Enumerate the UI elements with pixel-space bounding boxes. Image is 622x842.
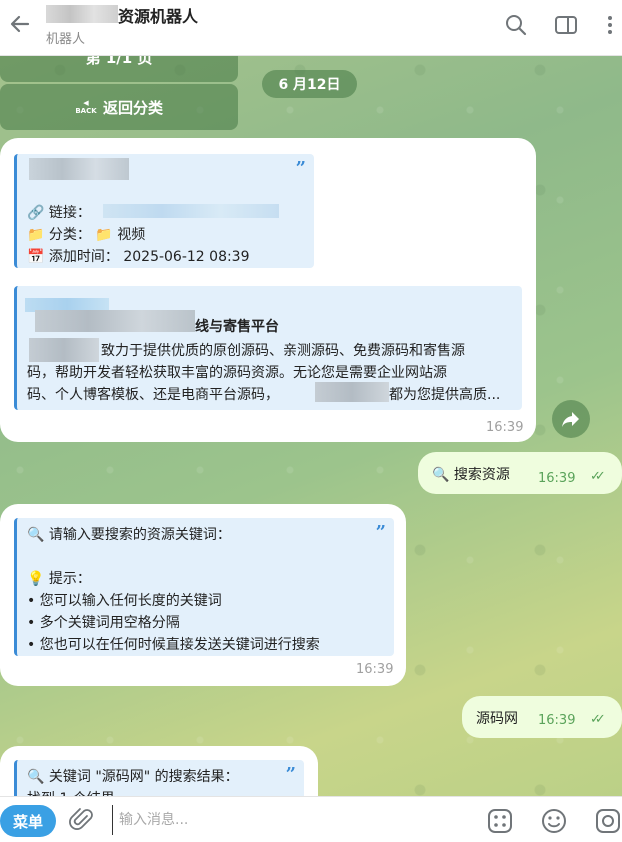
read-checkmarks-icon: ✓✓ bbox=[590, 712, 606, 727]
message-time: 16:39 bbox=[356, 662, 394, 677]
prompt-title-row: 🔍 请输入要搜索的资源关键词： bbox=[27, 524, 231, 544]
added-time-label: 添加时间： bbox=[48, 249, 119, 265]
search-icon: 🔍 bbox=[432, 467, 450, 483]
description-line-2: 码，帮助开发者轻松获取丰富的源码资源。无论您是需要企业网站源 bbox=[27, 365, 447, 381]
outgoing-message-text: 🔍 搜索资源 bbox=[432, 464, 510, 484]
redacted-resource-name bbox=[29, 158, 129, 180]
message-bubble-result: ” 🔗 链接： 📁 分类： 📁 视频 📅 添加时间： 2025-06-12 08… bbox=[0, 138, 536, 442]
bot-commands-icon[interactable] bbox=[486, 807, 514, 835]
camera-icon[interactable] bbox=[594, 807, 622, 835]
quote-icon: ” bbox=[295, 158, 306, 179]
message-time: 16:39 bbox=[486, 420, 524, 435]
quote-icon: ” bbox=[285, 764, 296, 785]
search-icon: 🔍 bbox=[27, 527, 45, 543]
share-arrow-icon bbox=[562, 412, 579, 427]
more-menu-icon[interactable] bbox=[597, 12, 622, 38]
tip-label: 提示： bbox=[48, 571, 91, 587]
results-title-row: 🔍 关键词 "源码网" 的搜索结果： bbox=[27, 766, 239, 786]
added-time-row: 📅 添加时间： 2025-06-12 08:39 bbox=[27, 246, 250, 266]
chat-subtitle: 机器人 bbox=[46, 32, 86, 47]
chat-title: 资源机器人 bbox=[118, 7, 199, 26]
sidebar-toggle-icon[interactable] bbox=[553, 12, 579, 38]
attach-paperclip-icon[interactable] bbox=[68, 807, 96, 835]
emoji-smiley-icon[interactable] bbox=[540, 807, 568, 835]
read-checkmarks-icon: ✓✓ bbox=[590, 469, 606, 484]
quote-block-prompt: ” 🔍 请输入要搜索的资源关键词： 💡 提示： • 您可以输入任何长度的关键词 … bbox=[14, 518, 394, 656]
search-icon[interactable] bbox=[503, 12, 529, 38]
redacted-site-name bbox=[315, 382, 389, 402]
description-line-3b: 都为您提供高质... bbox=[389, 387, 501, 403]
link-row: 🔗 链接： bbox=[27, 202, 91, 222]
keyboard-back-button[interactable]: ◀ BACK 返回分类 bbox=[0, 84, 238, 130]
outgoing-text: 源码网 bbox=[476, 711, 518, 727]
tip-bullet: • 多个关键词用空格分隔 bbox=[27, 615, 180, 631]
back-badge-text: BACK bbox=[75, 107, 97, 115]
description-line-3a: 码、个人博客模板、还是电商平台源码， bbox=[27, 387, 279, 403]
redacted-title-prefix bbox=[35, 310, 195, 332]
link-icon: 🔗 bbox=[27, 205, 45, 221]
quote-block-resource-info: ” 🔗 链接： 📁 分类： 📁 视频 📅 添加时间： 2025-06-12 08… bbox=[14, 154, 314, 268]
message-composer: 菜单 bbox=[0, 796, 622, 842]
chat-header: 资源机器人 机器人 bbox=[0, 0, 622, 56]
message-time: 16:39 bbox=[538, 471, 576, 486]
tip-bullet: • 您可以输入任何长度的关键词 bbox=[27, 593, 222, 609]
folder-icon: 📁 bbox=[95, 227, 113, 243]
keyboard-back-label: 返回分类 bbox=[102, 98, 163, 117]
redacted-site-name bbox=[29, 338, 99, 362]
quote-icon: ” bbox=[375, 522, 386, 543]
lightbulb-icon: 💡 bbox=[27, 571, 45, 587]
message-bubble-prompt: ” 🔍 请输入要搜索的资源关键词： 💡 提示： • 您可以输入任何长度的关键词 … bbox=[0, 504, 406, 686]
added-time-value: 2025-06-12 08:39 bbox=[123, 249, 250, 265]
description-line-1: 致力于提供优质的原创源码、亲测源码、免费源码和寄售源 bbox=[101, 343, 465, 359]
back-emoji-icon: ◀ BACK bbox=[75, 99, 97, 115]
category-label: 分类： bbox=[48, 227, 91, 243]
prompt-title: 请输入要搜索的资源关键词： bbox=[48, 527, 231, 543]
tip-bullet: • 您也可以在任何时候直接发送关键词进行搜索 bbox=[27, 637, 320, 653]
results-title: 关键词 "源码网" 的搜索结果： bbox=[48, 769, 239, 785]
redacted-title-prefix bbox=[46, 5, 118, 23]
outgoing-message: 源码网 16:39 ✓✓ bbox=[462, 696, 622, 738]
back-arrow-icon[interactable] bbox=[6, 10, 34, 38]
tip-row: 💡 提示： bbox=[27, 568, 91, 588]
date-pill: 6 月12日 bbox=[262, 70, 357, 98]
outgoing-text: 搜索资源 bbox=[453, 467, 510, 483]
link-label: 链接： bbox=[48, 205, 91, 221]
message-input[interactable] bbox=[112, 805, 472, 835]
bot-menu-button[interactable]: 菜单 bbox=[0, 805, 56, 837]
category-row: 📁 分类： 📁 视频 bbox=[27, 224, 145, 244]
message-time: 16:39 bbox=[538, 713, 576, 728]
folder-icon: 📁 bbox=[27, 227, 45, 243]
quote-block-description: 线与寄售平台 致力于提供优质的原创源码、亲测源码、免费源码和寄售源 码，帮助开发… bbox=[14, 286, 522, 410]
category-value: 视频 bbox=[117, 227, 146, 243]
search-icon: 🔍 bbox=[27, 769, 45, 785]
calendar-icon: 📅 bbox=[27, 249, 45, 265]
redacted-link[interactable] bbox=[103, 204, 279, 218]
description-title: 线与寄售平台 bbox=[195, 319, 279, 335]
outgoing-message: 🔍 搜索资源 16:39 ✓✓ bbox=[418, 452, 622, 494]
forward-button[interactable] bbox=[552, 400, 590, 438]
